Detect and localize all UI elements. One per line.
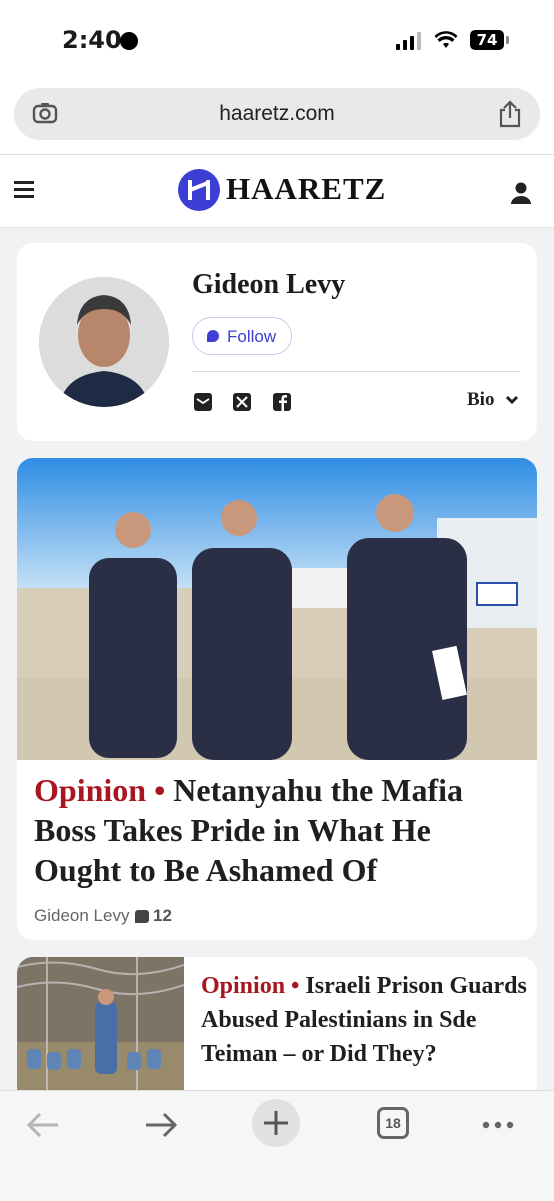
status-bar: 2:40 74 — [0, 0, 554, 80]
follow-bubble-icon — [207, 330, 219, 342]
browser-toolbar: haaretz.com — [0, 80, 554, 155]
bio-toggle-label[interactable]: Bio — [467, 389, 494, 411]
globe-icon — [120, 32, 138, 50]
divider — [192, 371, 520, 372]
new-tab-button[interactable] — [252, 1099, 300, 1147]
user-account-icon[interactable] — [510, 181, 532, 205]
article-hero-image[interactable] — [17, 458, 537, 760]
kicker-separator: • — [291, 973, 300, 999]
hamburger-menu-icon[interactable] — [14, 181, 34, 198]
article-kicker[interactable]: Opinion — [201, 973, 285, 999]
more-options-icon[interactable] — [478, 1105, 518, 1145]
url-text[interactable]: haaretz.com — [14, 102, 540, 126]
article-card[interactable]: Opinion • Israeli Prison Guards Abused P… — [17, 957, 537, 1091]
article-byline[interactable]: Gideon Levy — [34, 906, 129, 926]
comment-icon[interactable] — [135, 910, 149, 923]
site-header: HAARETZ — [0, 155, 554, 228]
email-icon[interactable] — [194, 393, 212, 411]
site-logo-text[interactable]: HAARETZ — [226, 171, 386, 207]
wifi-icon — [434, 31, 458, 48]
browser-bottom-bar: 18 — [0, 1090, 554, 1201]
author-avatar — [39, 277, 169, 407]
tab-switcher-button[interactable]: 18 — [377, 1107, 409, 1139]
follow-label: Follow — [227, 327, 277, 346]
follow-button[interactable]: Follow — [192, 317, 292, 355]
address-bar[interactable]: haaretz.com — [14, 88, 540, 140]
facebook-icon[interactable] — [273, 393, 291, 411]
kicker-separator: • — [154, 772, 166, 808]
share-icon[interactable] — [498, 100, 522, 128]
article-card[interactable]: Opinion • Netanyahu the Mafia Boss Takes… — [17, 458, 537, 940]
article-thumbnail[interactable] — [17, 957, 184, 1091]
comment-count[interactable]: 12 — [153, 906, 172, 926]
forward-arrow-icon[interactable] — [140, 1105, 180, 1145]
cellular-signal-icon — [396, 32, 422, 50]
plus-icon — [264, 1111, 288, 1135]
article-headline[interactable]: Opinion • Israeli Prison Guards Abused P… — [201, 969, 527, 1071]
author-card: Gideon Levy Follow Bio — [17, 243, 537, 441]
article-kicker[interactable]: Opinion — [34, 772, 146, 808]
author-name[interactable]: Gideon Levy — [192, 269, 345, 301]
status-time: 2:40 — [62, 26, 122, 54]
x-icon[interactable] — [233, 393, 251, 411]
back-arrow-icon[interactable] — [24, 1105, 64, 1145]
chevron-down-icon[interactable] — [505, 393, 519, 407]
battery-icon: 74 — [470, 30, 509, 50]
haaretz-logo-icon[interactable] — [178, 169, 220, 211]
article-headline[interactable]: Opinion • Netanyahu the Mafia Boss Takes… — [34, 770, 524, 890]
